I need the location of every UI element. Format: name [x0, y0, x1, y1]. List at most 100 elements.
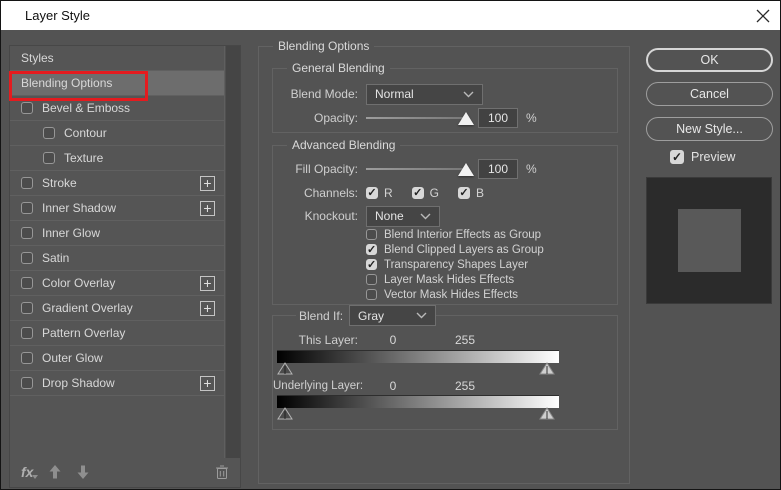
title-bar: Layer Style — [1, 1, 780, 30]
option-checkbox[interactable] — [366, 229, 377, 240]
effect-enable-checkbox[interactable] — [21, 302, 33, 314]
add-effect-instance-button[interactable]: + — [200, 176, 215, 191]
dialog-title: Layer Style — [25, 8, 90, 23]
opacity-slider[interactable] — [366, 109, 466, 127]
sidebar-item-inner-shadow[interactable]: Inner Shadow + — [10, 196, 224, 221]
arrow-up-icon[interactable] — [49, 465, 61, 479]
option-checkbox[interactable]: ✓ — [366, 244, 377, 255]
sidebar-item-inner-glow[interactable]: Inner Glow — [10, 221, 224, 246]
knockout-select[interactable]: None — [366, 206, 440, 227]
fill-opacity-label: Fill Opacity: — [273, 162, 358, 176]
sidebar-item-drop-shadow[interactable]: Drop Shadow+ — [10, 371, 224, 396]
option-label: Blend Clipped Layers as Group — [384, 244, 544, 256]
sidebar-item-outer-glow[interactable]: Outer Glow — [10, 346, 224, 371]
knockout-value: None — [375, 209, 404, 223]
option-checkbox[interactable]: ✓ — [366, 259, 377, 270]
sidebar-item-styles[interactable]: Styles — [10, 46, 224, 71]
blend-if-group: Blend If: Gray This Layer: 0 255 — [272, 315, 618, 430]
add-effect-instance-button[interactable]: + — [200, 201, 215, 216]
sidebar-scrollbar[interactable] — [224, 46, 240, 458]
underlying-layer-high-thumb[interactable] — [539, 407, 555, 420]
sidebar-item-contour[interactable]: Contour — [10, 121, 224, 146]
panel-title: Blending Options — [273, 39, 374, 53]
effect-enable-checkbox[interactable] — [21, 377, 33, 389]
sidebar-item-gradient-overlay[interactable]: Gradient Overlay+ — [10, 296, 224, 321]
effect-enable-checkbox[interactable] — [21, 252, 33, 264]
sidebar-item-label: Texture — [64, 151, 103, 165]
channel-b: ✓B — [458, 186, 484, 200]
option-checkbox[interactable] — [366, 289, 377, 300]
add-effect-instance-button[interactable]: + — [200, 276, 215, 291]
trash-icon[interactable] — [215, 464, 229, 480]
effect-enable-checkbox[interactable] — [21, 277, 33, 289]
slider-track — [366, 168, 466, 170]
slider-thumb-icon[interactable] — [458, 163, 474, 176]
new-style-button[interactable]: New Style... — [646, 117, 773, 141]
channel-label: R — [384, 186, 393, 200]
channel-label: G — [430, 186, 439, 200]
effect-enable-checkbox[interactable] — [21, 177, 33, 189]
blend-if-select[interactable]: Gray — [349, 305, 436, 326]
preview-checkbox[interactable]: ✓ — [670, 150, 684, 164]
effect-enable-checkbox[interactable] — [21, 102, 33, 114]
effect-enable-checkbox[interactable] — [21, 352, 33, 364]
option-layer-mask-hides-effects: Layer Mask Hides Effects — [366, 272, 544, 287]
fill-opacity-input[interactable]: 100 — [478, 159, 518, 179]
fill-opacity-value: 100 — [488, 162, 508, 176]
add-effect-instance-button[interactable]: + — [200, 301, 215, 316]
channel-r-checkbox[interactable]: ✓ — [366, 187, 378, 199]
channel-r: ✓R — [366, 186, 393, 200]
effect-enable-checkbox[interactable] — [21, 227, 33, 239]
sidebar-item-label: Inner Glow — [42, 226, 100, 240]
fill-opacity-slider[interactable] — [366, 160, 466, 178]
sidebar-item-stroke[interactable]: Stroke+ — [10, 171, 224, 196]
opacity-input[interactable]: 100 — [478, 108, 518, 128]
effect-enable-checkbox[interactable] — [43, 152, 55, 164]
underlying-layer-low-thumb[interactable] — [277, 407, 293, 420]
option-label: Blend Interior Effects as Group — [384, 229, 541, 241]
add-effect-instance-button[interactable]: + — [200, 376, 215, 391]
sidebar-item-label: Blending Options — [21, 76, 112, 90]
preview-toggle: ✓ Preview — [670, 150, 735, 164]
ok-button[interactable]: OK — [646, 48, 773, 72]
channels-label: Channels: — [273, 186, 358, 200]
sidebar-item-color-overlay[interactable]: Color Overlay+ — [10, 271, 224, 296]
blend-mode-value: Normal — [375, 87, 414, 101]
slider-track — [366, 117, 466, 119]
this-layer-label: This Layer: — [273, 333, 358, 347]
arrow-down-icon[interactable] — [77, 465, 89, 479]
channel-g-checkbox[interactable]: ✓ — [412, 187, 424, 199]
scrollbar-thumb[interactable] — [226, 46, 240, 458]
sidebar-item-label: Pattern Overlay — [42, 326, 125, 340]
this-layer-high-thumb[interactable] — [539, 362, 555, 375]
sidebar-item-texture[interactable]: Texture — [10, 146, 224, 171]
this-layer-low-thumb[interactable] — [277, 362, 293, 375]
effect-enable-checkbox[interactable] — [43, 127, 55, 139]
option-vector-mask-hides-effects: Vector Mask Hides Effects — [366, 287, 544, 302]
blend-if-value: Gray — [358, 309, 384, 323]
effect-enable-checkbox[interactable] — [21, 327, 33, 339]
sidebar-item-pattern-overlay[interactable]: Pattern Overlay — [10, 321, 224, 346]
blend-mode-select[interactable]: Normal — [366, 84, 483, 105]
effect-enable-checkbox[interactable] — [21, 202, 33, 214]
cancel-button[interactable]: Cancel — [646, 82, 773, 106]
advanced-blending-title: Advanced Blending — [287, 138, 400, 152]
option-blend-interior-effects-as-group: Blend Interior Effects as Group — [366, 227, 544, 242]
slider-thumb-icon[interactable] — [458, 112, 474, 125]
sidebar-item-label: Satin — [42, 251, 69, 265]
knockout-label: Knockout: — [273, 209, 358, 223]
advanced-blending-group: Advanced Blending Fill Opacity: 100 % Ch… — [272, 145, 618, 305]
channel-b-checkbox[interactable]: ✓ — [458, 187, 470, 199]
close-icon[interactable] — [755, 8, 771, 24]
sidebar-item-bevel-emboss[interactable]: Bevel & Emboss — [10, 96, 224, 121]
sidebar-item-satin[interactable]: Satin — [10, 246, 224, 271]
option-checkbox[interactable] — [366, 274, 377, 285]
fx-menu-icon[interactable]: fx — [21, 464, 33, 480]
sidebar-item-blending-options[interactable]: Blending Options — [10, 71, 224, 96]
option-label: Vector Mask Hides Effects — [384, 289, 518, 301]
sidebar-item-label: Inner Shadow — [42, 201, 116, 215]
fill-opacity-unit: % — [526, 162, 537, 176]
underlying-layer-max: 255 — [438, 379, 492, 393]
preview-thumbnail — [646, 177, 772, 304]
advanced-options-list: Blend Interior Effects as Group ✓ Blend Cl… — [366, 227, 544, 302]
